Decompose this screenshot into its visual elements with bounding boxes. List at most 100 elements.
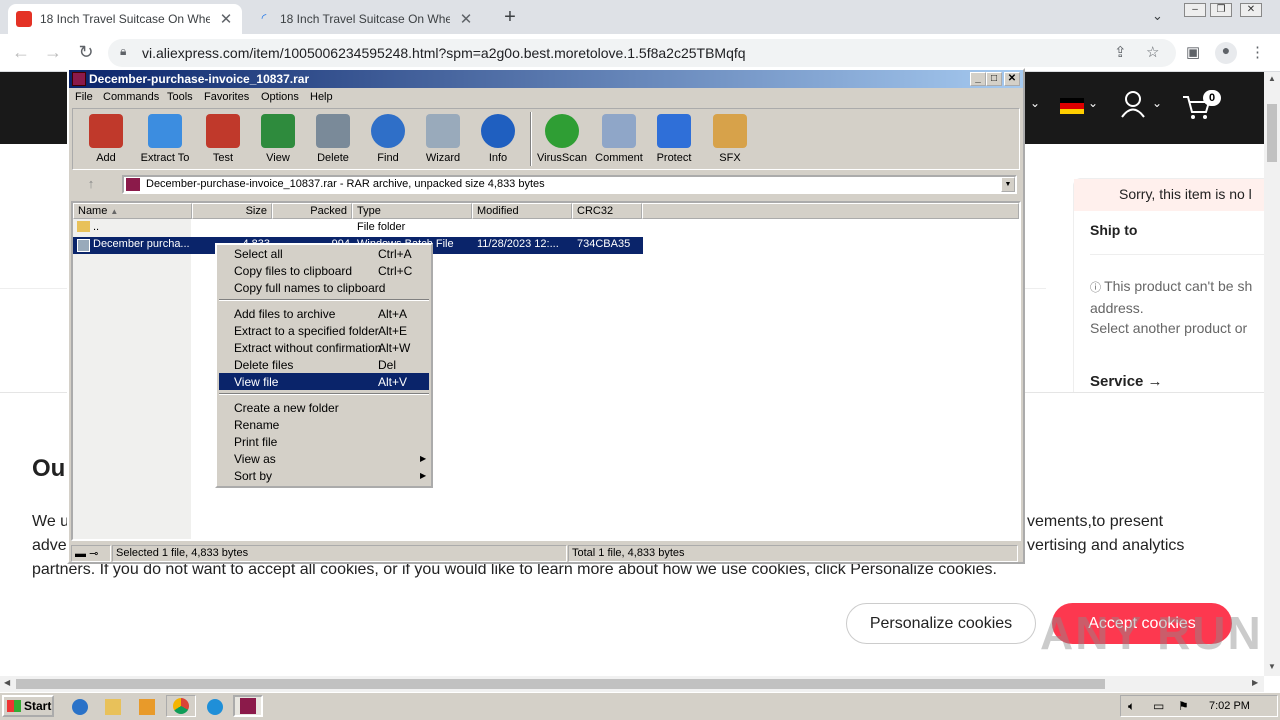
winrar-maximize-button[interactable]: □ [986,72,1002,86]
tool-find[interactable]: Find [362,114,414,164]
col-empty [642,203,1019,219]
col-packed[interactable]: Packed [272,203,352,219]
restore-button[interactable]: ❐ [1210,3,1232,17]
tool-view[interactable]: View [252,114,304,164]
tool-delete[interactable]: Delete [307,114,359,164]
menu-help[interactable]: Help [310,91,333,103]
status-drive-icons: ▬ ⊸ [71,545,111,562]
scroll-right-arrow-icon[interactable]: ▶ [1252,678,1258,687]
menu-item-delete-files[interactable]: Delete files Del [219,356,429,373]
menu-item-view-as[interactable]: View as ▶ [219,450,429,467]
wand-icon [426,114,460,148]
menu-item-add-files[interactable]: Add files to archive Alt+A [219,305,429,322]
menu-favorites[interactable]: Favorites [204,91,249,103]
tool-extract-to[interactable]: Extract To [139,114,191,164]
tool-test[interactable]: Test [197,114,249,164]
profile-icon[interactable]: ● [1215,42,1237,64]
tool-wizard[interactable]: Wizard [417,114,469,164]
menu-item-extract-no-confirm[interactable]: Extract without confirmation Alt+W [219,339,429,356]
submenu-arrow-icon: ▶ [420,471,427,480]
menu-item-sort-by[interactable]: Sort by ▶ [219,467,429,484]
germany-flag-icon[interactable] [1060,98,1084,114]
winrar-close-button[interactable]: ✕ [1004,72,1020,86]
address-bar[interactable]: vi.aliexpress.com/item/1005006234595248.… [108,39,1176,67]
menu-item-copy-files[interactable]: Copy files to clipboard Ctrl+C [219,262,429,279]
col-crc32[interactable]: CRC32 [572,203,642,219]
chevron-down-icon[interactable]: ⌄ [1152,96,1162,110]
page-scrollbar-vertical[interactable] [1264,72,1280,676]
menu-item-extract-to[interactable]: Extract to a specified folder Alt+E [219,322,429,339]
start-button[interactable]: Start [2,695,54,717]
menu-item-select-all[interactable]: Select all Ctrl+A [219,245,429,262]
side-panel-icon[interactable]: ▣ [1186,43,1200,61]
back-icon[interactable]: ← [10,42,32,63]
browser-tab[interactable]: ◜ 18 Inch Travel Suitcase On Wheels Tr ✕ [248,4,482,34]
cookie-text: We u [32,513,70,530]
taskbar-clock: 7:02 PM [1209,700,1250,712]
scrollbar-thumb[interactable] [16,679,1105,689]
up-folder-icon[interactable]: ↑ [80,176,102,192]
service-link[interactable]: Service → [1090,373,1163,390]
menu-item-print-file[interactable]: Print file [219,433,429,450]
lock-icon[interactable]: 🔒︎ [120,44,126,59]
shield-icon [657,114,691,148]
reload-icon[interactable]: ↻ [75,42,97,63]
flag-icon[interactable]: ⚑ [1178,699,1189,713]
toolbar-separator [530,112,532,166]
chevron-down-icon[interactable]: ⌄ [1030,96,1040,110]
scrollbar-thumb[interactable] [1267,104,1277,162]
menu-kebab-icon[interactable]: ⋮ [1250,43,1265,61]
winrar-title: December-purchase-invoice_10837.rar [69,70,1023,88]
close-window-button[interactable]: ✕ [1240,3,1262,17]
scroll-left-arrow-icon[interactable]: ◀ [4,678,10,687]
table-row[interactable]: .. File folder [73,220,643,237]
tool-info[interactable]: Info [472,114,524,164]
media-player-icon[interactable] [139,699,155,715]
menu-options[interactable]: Options [261,91,299,103]
volume-icon[interactable]: 🔈︎ [1128,699,1135,714]
new-tab-button[interactable]: + [500,6,520,29]
star-icon[interactable]: ☆ [1146,43,1159,61]
network-icon[interactable]: ▭ [1153,699,1164,713]
cookie-text: vertising and analytics [1027,537,1185,554]
share-icon[interactable]: ⇪ [1114,43,1127,61]
forward-icon[interactable]: → [42,42,64,63]
minimize-button[interactable]: – [1184,3,1206,17]
menu-item-new-folder[interactable]: Create a new folder [219,399,429,416]
taskbar-chrome[interactable] [166,695,196,717]
col-type[interactable]: Type [352,203,472,219]
tab-search-icon[interactable]: ⌄ [1152,8,1163,24]
close-tab-icon[interactable]: ✕ [218,10,234,28]
browser-tab-active[interactable]: 18 Inch Travel Suitcase On Wheels Tr ✕ [8,4,242,34]
menu-item-copy-names[interactable]: Copy full names to clipboard [219,279,429,296]
menu-item-view-file[interactable]: View file Alt+V [219,373,429,390]
tool-comment[interactable]: Comment [593,114,645,164]
scroll-down-arrow-icon[interactable]: ▼ [1268,662,1276,671]
menu-file[interactable]: File [75,91,93,103]
menu-tools[interactable]: Tools [167,91,193,103]
ie-icon[interactable] [72,699,88,715]
col-size[interactable]: Size [192,203,272,219]
col-name[interactable]: Name ▲ [73,203,192,219]
cookie-text: adve [32,537,67,554]
menu-commands[interactable]: Commands [103,91,159,103]
col-modified[interactable]: Modified [472,203,572,219]
tool-virusscan[interactable]: VirusScan [536,114,588,164]
tool-sfx[interactable]: SFX [704,114,756,164]
ship-to-label: Ship to [1090,222,1138,238]
archive-path-field[interactable]: December-purchase-invoice_10837.rar - RA… [122,175,1017,194]
chevron-down-icon[interactable]: ⌄ [1088,96,1098,110]
close-tab-icon[interactable]: ✕ [458,10,474,28]
explorer-icon[interactable] [105,699,121,715]
personalize-cookies-button[interactable]: Personalize cookies [846,603,1036,644]
trash-icon [316,114,350,148]
menu-item-rename[interactable]: Rename [219,416,429,433]
path-dropdown-arrow-icon[interactable]: ▼ [1001,177,1015,192]
winrar-minimize-button[interactable]: _ [970,72,986,86]
account-icon[interactable] [1120,90,1146,118]
taskbar-winrar[interactable] [233,695,263,717]
edge-icon[interactable] [207,699,223,715]
tool-add[interactable]: Add [80,114,132,164]
scroll-up-arrow-icon[interactable]: ▲ [1268,74,1276,83]
tool-protect[interactable]: Protect [648,114,700,164]
